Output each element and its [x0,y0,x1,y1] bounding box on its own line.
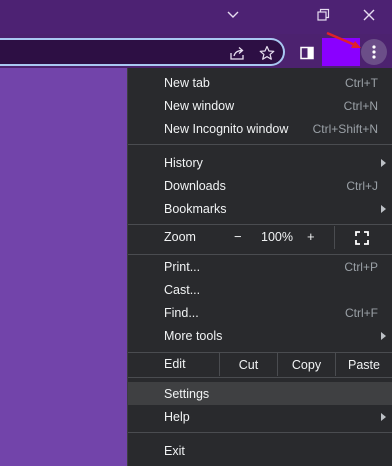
close-icon [363,9,375,21]
side-panel-icon [300,46,314,60]
page-content [0,68,128,466]
submenu-arrow-icon [381,158,386,167]
menu-item-label: Print... [164,259,201,274]
kebab-menu-icon [372,45,376,59]
menu-item-shortcut: Ctrl+J [346,178,378,193]
tab-search-button[interactable] [210,0,256,30]
share-icon [230,47,244,60]
menu-item-cast[interactable]: Cast... [128,278,392,301]
menu-separator [128,377,392,378]
menu-separator [128,224,392,225]
submenu-arrow-icon [381,331,386,340]
menu-item-label: Find... [164,305,199,320]
menu-item-bookmarks[interactable]: Bookmarks [128,197,392,220]
bookmark-star-button[interactable] [256,42,278,64]
share-button[interactable] [226,42,248,64]
menu-separator [128,432,392,433]
edit-label: Edit [164,357,186,371]
restore-icon [317,8,330,21]
menu-item-label: Downloads [164,178,226,193]
zoom-out-button[interactable]: − [234,229,242,244]
side-panel-button[interactable] [296,42,318,64]
chrome-main-menu: New tab Ctrl+T New window Ctrl+N New Inc… [127,68,392,466]
zoom-label: Zoom [164,230,196,244]
menu-item-help[interactable]: Help [128,405,392,428]
annotation-arrow [326,31,361,48]
menu-item-print[interactable]: Print... Ctrl+P [128,255,392,278]
chevron-down-icon [227,11,239,18]
menu-item-label: New Incognito window [164,121,289,136]
menu-item-label: Exit [164,443,185,458]
menu-item-shortcut: Ctrl+P [344,259,378,274]
zoom-value: 100% [261,230,293,244]
fullscreen-icon[interactable] [355,231,369,245]
menu-item-label: Settings [164,386,210,401]
cut-button[interactable]: Cut [219,353,277,376]
submenu-arrow-icon [381,204,386,213]
menu-separator [128,144,392,145]
menu-item-label: More tools [164,328,223,343]
menu-item-exit[interactable]: Exit [128,439,392,462]
menu-item-shortcut: Ctrl+Shift+N [312,121,378,136]
submenu-arrow-icon [381,412,386,421]
menu-item-find[interactable]: Find... Ctrl+F [128,301,392,324]
restore-button[interactable] [300,0,346,30]
menu-item-shortcut: Ctrl+N [343,98,378,113]
zoom-divider [334,226,335,249]
menu-item-more-tools[interactable]: More tools [128,324,392,347]
menu-item-new-tab[interactable]: New tab Ctrl+T [128,71,392,94]
copy-button[interactable]: Copy [277,353,335,376]
paste-button[interactable]: Paste [335,353,392,376]
menu-item-settings[interactable]: Settings [128,382,392,405]
menu-item-new-incognito-window[interactable]: New Incognito window Ctrl+Shift+N [128,117,392,140]
title-bar [0,0,392,34]
menu-zoom-row: Zoom − 100% + [128,226,392,249]
menu-item-label: Help [164,409,190,424]
menu-item-label: History [164,155,203,170]
menu-item-history[interactable]: History [128,151,392,174]
menu-item-new-window[interactable]: New window Ctrl+N [128,94,392,117]
menu-item-shortcut: Ctrl+F [345,305,378,320]
star-icon [259,45,275,60]
menu-item-downloads[interactable]: Downloads Ctrl+J [128,174,392,197]
menu-item-label: New window [164,98,235,113]
menu-item-label: Bookmarks [164,201,227,216]
menu-item-shortcut: Ctrl+T [345,75,378,90]
menu-item-label: New tab [164,75,210,90]
menu-item-label: Cast... [164,282,201,297]
zoom-in-button[interactable]: + [307,229,315,244]
close-button[interactable] [346,0,392,30]
menu-edit-row: Edit Cut Copy Paste [128,353,392,376]
